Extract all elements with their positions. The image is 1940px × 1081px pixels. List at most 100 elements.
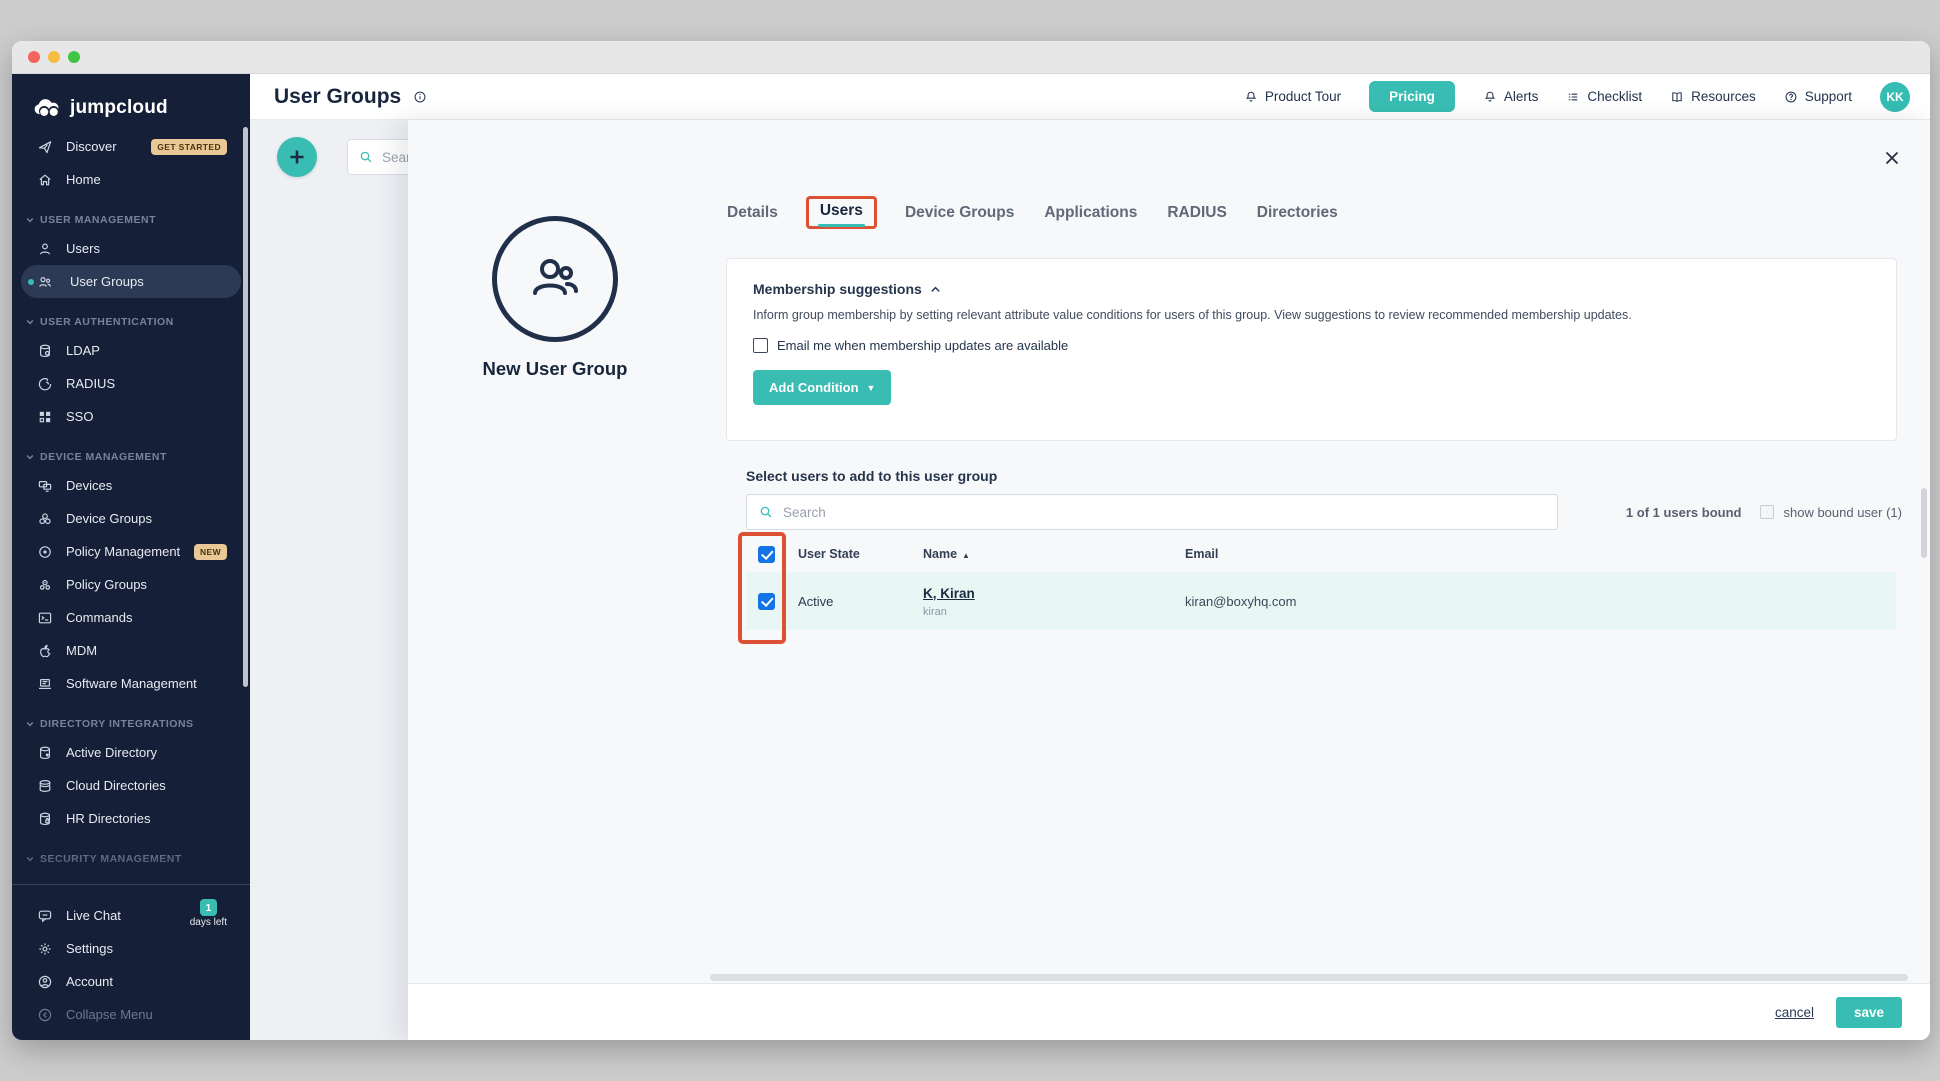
save-button[interactable]: save (1836, 997, 1902, 1028)
tab-directories[interactable]: Directories (1255, 198, 1340, 228)
zoom-window-button[interactable] (68, 51, 80, 63)
sidebar-item-software-management[interactable]: Software Management (21, 667, 241, 700)
group-name: New User Group (435, 358, 675, 380)
sidebar-item-sso[interactable]: SSO (21, 400, 241, 433)
horizontal-scrollbar[interactable] (710, 974, 1908, 981)
app-window: jumpcloud Discover GET STARTED Home (12, 41, 1930, 1040)
jumpcloud-logo[interactable]: jumpcloud (12, 74, 250, 122)
plus-icon (287, 147, 307, 167)
add-user-group-button[interactable] (277, 137, 317, 177)
sidebar-item-settings[interactable]: Settings (21, 932, 241, 965)
sidebar-section-security-management[interactable]: SECURITY MANAGEMENT (26, 847, 250, 871)
product-tour-button[interactable]: Product Tour (1244, 89, 1341, 104)
tab-radius[interactable]: RADIUS (1165, 198, 1228, 228)
sidebar-item-policy-groups[interactable]: Policy Groups (21, 568, 241, 601)
question-circle-icon (1784, 90, 1798, 104)
row-checkbox[interactable] (758, 593, 775, 610)
user-name-link[interactable]: K, Kiran (923, 586, 975, 601)
sidebar-item-account[interactable]: Account (21, 965, 241, 998)
alerts-label: Alerts (1504, 89, 1539, 104)
sidebar-item-device-groups[interactable]: Device Groups (21, 502, 241, 535)
drawer-tabs: Details Users Device Groups Applications… (725, 196, 1340, 229)
devices-icon (37, 478, 53, 494)
username: kiran (923, 606, 1185, 618)
support-label: Support (1805, 89, 1852, 104)
active-directory-icon (37, 745, 53, 761)
user-groups-icon (37, 274, 53, 290)
sidebar-item-hr-directories[interactable]: HR Directories (21, 802, 241, 835)
column-name[interactable]: Name▲ (923, 547, 1185, 561)
tab-applications[interactable]: Applications (1042, 198, 1139, 228)
sidebar-item-collapse-menu[interactable]: Collapse Menu (21, 998, 241, 1031)
software-management-icon (37, 676, 53, 692)
avatar[interactable]: KK (1880, 82, 1910, 112)
tab-users[interactable]: Users (818, 196, 865, 225)
resources-button[interactable]: Resources (1670, 89, 1756, 104)
add-condition-button[interactable]: Add Condition ▼ (753, 370, 891, 405)
sidebar-item-label: Device Groups (66, 511, 152, 526)
checklist-icon (1566, 90, 1580, 104)
chevron-down-icon (26, 720, 34, 728)
tab-details[interactable]: Details (725, 198, 780, 228)
sidebar-item-label: Users (66, 241, 100, 256)
product-tour-label: Product Tour (1265, 89, 1341, 104)
sidebar-item-label: Account (66, 974, 113, 989)
book-icon (1670, 90, 1684, 104)
bell-icon (1244, 90, 1258, 104)
section-title: USER MANAGEMENT (40, 214, 156, 226)
close-window-button[interactable] (28, 51, 40, 63)
minimize-window-button[interactable] (48, 51, 60, 63)
sidebar-item-label: User Groups (66, 274, 144, 289)
checklist-button[interactable]: Checklist (1566, 89, 1642, 104)
close-icon[interactable] (1882, 148, 1902, 173)
sidebar-item-ldap[interactable]: LDAP (21, 334, 241, 367)
sidebar-section-user-management[interactable]: USER MANAGEMENT (26, 208, 250, 232)
sidebar-item-commands[interactable]: Commands (21, 601, 241, 634)
select-all-checkbox[interactable] (758, 546, 775, 563)
show-bound-user-checkbox[interactable] (1760, 505, 1774, 519)
support-button[interactable]: Support (1784, 89, 1852, 104)
sidebar-item-radius[interactable]: RADIUS (21, 367, 241, 400)
email-updates-checkbox[interactable] (753, 338, 768, 353)
sidebar-item-active-directory[interactable]: Active Directory (21, 736, 241, 769)
info-icon[interactable] (413, 90, 427, 104)
table-row[interactable]: Active K, Kiran kiran kiran@boxyhq.com (746, 572, 1896, 630)
sidebar-item-label: Devices (66, 478, 112, 493)
vertical-scrollbar[interactable] (1921, 488, 1927, 558)
column-user-state[interactable]: User State (798, 547, 923, 561)
gear-icon (37, 941, 53, 957)
cancel-button[interactable]: cancel (1775, 1005, 1814, 1020)
section-title: DEVICE MANAGEMENT (40, 451, 167, 463)
sidebar-item-policy-management[interactable]: Policy Management NEW (21, 535, 241, 568)
sidebar-item-user-groups[interactable]: User Groups (21, 265, 241, 298)
sidebar-section-directory-integrations[interactable]: DIRECTORY INTEGRATIONS (26, 712, 250, 736)
hr-directories-icon (37, 811, 53, 827)
commands-terminal-icon (37, 610, 53, 626)
checklist-label: Checklist (1587, 89, 1642, 104)
sidebar-item-devices[interactable]: Devices (21, 469, 241, 502)
sidebar-section-device-management[interactable]: DEVICE MANAGEMENT (26, 445, 250, 469)
membership-suggestions-card: Membership suggestions Inform group memb… (726, 258, 1897, 441)
membership-suggestions-toggle[interactable]: Membership suggestions (753, 281, 1870, 297)
sort-asc-icon: ▲ (962, 551, 970, 560)
alerts-button[interactable]: Alerts (1483, 89, 1539, 104)
column-email[interactable]: Email (1185, 547, 1896, 561)
pricing-button[interactable]: Pricing (1369, 81, 1455, 112)
sidebar-item-discover[interactable]: Discover GET STARTED (21, 130, 241, 163)
membership-suggestions-description: Inform group membership by setting relev… (753, 308, 1870, 322)
tab-device-groups[interactable]: Device Groups (903, 198, 1016, 228)
bound-users-count: 1 of 1 users bound (1626, 505, 1742, 520)
account-icon (37, 974, 53, 990)
sidebar-item-live-chat[interactable]: Live Chat 1 days left (21, 899, 241, 932)
user-search-input[interactable] (783, 505, 1546, 520)
chevron-down-icon (26, 216, 34, 224)
sidebar-item-label: HR Directories (66, 811, 151, 826)
sidebar-scrollbar[interactable] (243, 127, 248, 687)
sidebar-item-mdm[interactable]: MDM (21, 634, 241, 667)
sidebar-item-cloud-directories[interactable]: Cloud Directories (21, 769, 241, 802)
sidebar-item-home[interactable]: Home (21, 163, 241, 196)
sidebar-item-users[interactable]: Users (21, 232, 241, 265)
main-area: User Groups Product Tour Pricing Alerts (250, 74, 1930, 1040)
sidebar-item-label: Settings (66, 941, 113, 956)
sidebar-section-user-authentication[interactable]: USER AUTHENTICATION (26, 310, 250, 334)
